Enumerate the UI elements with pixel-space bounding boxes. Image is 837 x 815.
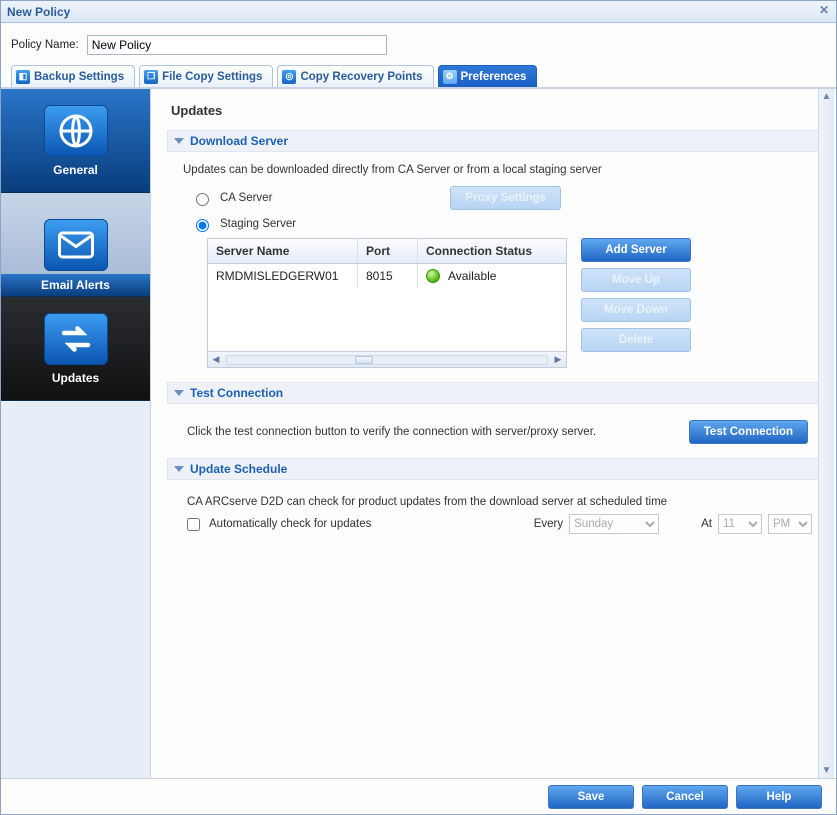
titlebar: New Policy ✕ — [1, 1, 836, 23]
delete-button: Delete — [581, 328, 691, 352]
collapse-icon — [174, 138, 184, 144]
scroll-down-icon[interactable]: ▼ — [819, 765, 834, 776]
tab-copy-recovery-points[interactable]: ◎ Copy Recovery Points — [277, 65, 433, 87]
col-port: Port — [358, 239, 418, 263]
policy-name-label: Policy Name: — [11, 39, 79, 51]
section-download-server[interactable]: Download Server — [167, 130, 820, 152]
scroll-right-icon[interactable]: ► — [550, 354, 566, 366]
cell-status: Available — [448, 269, 496, 283]
tabbar: ◧ Backup Settings ❐ File Copy Settings ◎… — [1, 65, 836, 88]
recovery-icon: ◎ — [282, 70, 296, 84]
status-ok-icon — [426, 269, 440, 283]
add-server-button[interactable]: Add Server — [581, 238, 691, 262]
test-connection-button[interactable]: Test Connection — [689, 420, 808, 444]
page-title: Updates — [171, 103, 820, 118]
schedule-desc: CA ARCserve D2D can check for product up… — [183, 490, 812, 508]
staging-servers-table: Server Name Port Connection Status RMDMI… — [207, 238, 567, 368]
save-button[interactable]: Save — [548, 785, 634, 809]
tab-file-copy-settings[interactable]: ❐ File Copy Settings — [139, 65, 273, 87]
test-desc: Click the test connection button to veri… — [187, 426, 596, 438]
tab-label: Preferences — [461, 71, 527, 83]
scroll-thumb[interactable] — [355, 356, 373, 364]
window-title: New Policy — [7, 5, 70, 19]
section-title: Download Server — [190, 134, 288, 148]
table-row[interactable]: RMDMISLEDGERW01 8015 Available — [208, 264, 566, 288]
auto-check-label: Automatically check for updates — [209, 518, 371, 530]
col-server-name: Server Name — [208, 239, 358, 263]
move-up-button: Move Up — [581, 268, 691, 292]
day-select[interactable]: Sunday — [569, 514, 659, 534]
dialog-footer: Save Cancel Help — [1, 778, 836, 814]
table-horizontal-scrollbar[interactable]: ◄ ► — [208, 351, 566, 367]
cancel-button[interactable]: Cancel — [642, 785, 728, 809]
sidebar-label: General — [53, 163, 98, 177]
sidebar-item-email-alerts[interactable]: Email Alerts — [1, 193, 150, 297]
scroll-left-icon[interactable]: ◄ — [208, 354, 224, 366]
policy-name-row: Policy Name: — [1, 23, 836, 65]
radio-label: CA Server — [220, 192, 272, 204]
envelope-icon — [44, 219, 108, 271]
help-button[interactable]: Help — [736, 785, 822, 809]
globe-icon — [44, 105, 108, 157]
arrows-icon — [44, 313, 108, 365]
tab-preferences[interactable]: ⚙ Preferences — [438, 65, 538, 87]
radio-ca-server[interactable] — [196, 193, 209, 206]
sidebar-item-updates[interactable]: Updates — [1, 297, 150, 401]
file-icon: ❐ — [144, 70, 158, 84]
radio-staging-server[interactable] — [196, 219, 209, 232]
hour-select[interactable]: 11 — [718, 514, 762, 534]
move-down-button: Move Down — [581, 298, 691, 322]
tab-label: File Copy Settings — [162, 71, 262, 83]
section-title: Test Connection — [190, 386, 283, 400]
proxy-settings-button: Proxy Settings — [450, 186, 561, 210]
close-icon[interactable]: ✕ — [816, 3, 832, 19]
col-connection-status: Connection Status — [418, 239, 566, 263]
sidebar-label: Updates — [52, 371, 99, 385]
section-title: Update Schedule — [190, 462, 287, 476]
cell-port: 8015 — [358, 264, 418, 288]
section-test-connection[interactable]: Test Connection — [167, 382, 820, 404]
auto-check-updates-checkbox[interactable] — [187, 518, 200, 531]
collapse-icon — [174, 390, 184, 396]
preferences-sidebar: General Email Alerts Updates — [1, 89, 151, 778]
policy-name-input[interactable] — [87, 35, 387, 55]
vertical-scrollbar[interactable]: ▲ ▼ — [818, 89, 834, 778]
sidebar-item-general[interactable]: General — [1, 89, 150, 193]
collapse-icon — [174, 466, 184, 472]
tab-label: Backup Settings — [34, 71, 124, 83]
content-area: Updates Download Server Updates can be d… — [151, 89, 836, 778]
scroll-track[interactable] — [226, 355, 548, 365]
ampm-select[interactable]: PM — [768, 514, 812, 534]
gear-icon: ⚙ — [443, 70, 457, 84]
disk-icon: ◧ — [16, 70, 30, 84]
tab-backup-settings[interactable]: ◧ Backup Settings — [11, 65, 135, 87]
every-label: Every — [534, 518, 563, 530]
scroll-up-icon[interactable]: ▲ — [819, 91, 834, 102]
tab-label: Copy Recovery Points — [300, 71, 422, 83]
at-label: At — [701, 518, 712, 530]
cell-server-name: RMDMISLEDGERW01 — [208, 264, 358, 288]
download-desc: Updates can be downloaded directly from … — [183, 164, 812, 176]
radio-label: Staging Server — [220, 218, 296, 230]
section-update-schedule[interactable]: Update Schedule — [167, 458, 820, 480]
sidebar-label: Email Alerts — [1, 274, 150, 296]
